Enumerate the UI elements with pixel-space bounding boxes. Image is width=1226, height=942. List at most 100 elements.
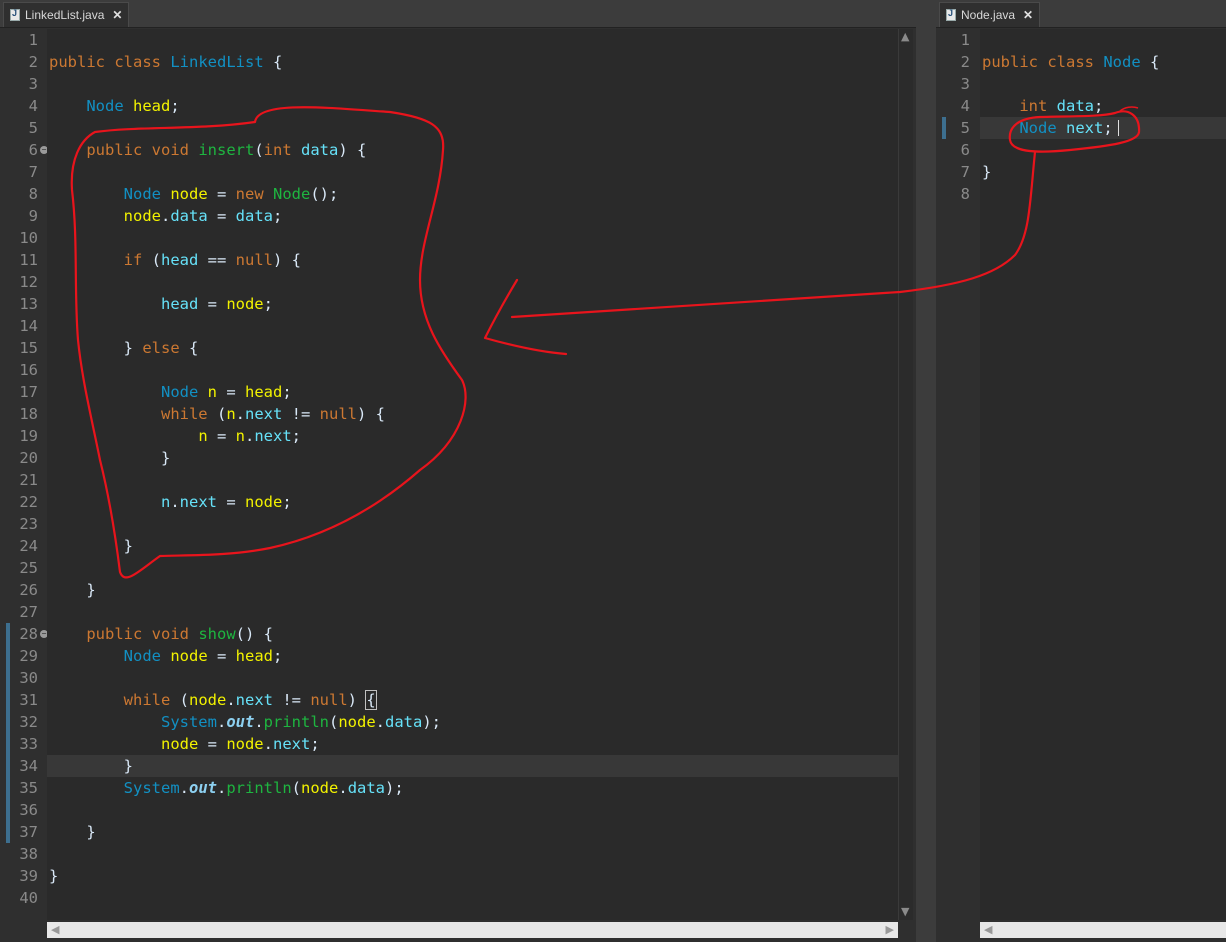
code-line[interactable]: System.out.println(node.data); (49, 711, 441, 733)
code-area[interactable]: public class Node { int data; Node next;… (980, 29, 1226, 920)
code-token: } (49, 867, 59, 885)
code-token: int (263, 141, 301, 159)
code-token: . (375, 713, 386, 731)
code-token: data (170, 207, 208, 225)
tab-linkedlist-java[interactable]: LinkedList.java ✕ (3, 2, 130, 27)
line-number: 30 (19, 669, 38, 687)
horizontal-scrollbar[interactable]: ◀ (980, 922, 1226, 938)
line-number: 6 (960, 141, 970, 159)
code-line[interactable]: Node head; (49, 95, 180, 117)
line-number-gutter: 1 2 3 4 5 6 7 8 (942, 29, 978, 942)
code-token: != (282, 405, 320, 423)
code-token: ; (170, 97, 180, 115)
code-line[interactable]: while (n.next != null) { (49, 403, 385, 425)
line-number: 3 (960, 75, 970, 93)
code-token: = (207, 185, 236, 203)
code-line[interactable]: } (49, 579, 95, 601)
code-line[interactable]: } (49, 821, 95, 843)
close-icon[interactable]: ✕ (112, 8, 122, 22)
code-line[interactable]: head = node; (49, 293, 273, 315)
code-token: class (114, 53, 171, 71)
code-line[interactable]: Node node = head; (49, 645, 283, 667)
line-number: 26 (19, 581, 38, 599)
code-token: data (347, 779, 386, 797)
line-number: 8 (28, 185, 38, 203)
code-line[interactable]: } (49, 535, 133, 557)
code-line[interactable]: } (982, 161, 991, 183)
code-line[interactable]: } (49, 865, 58, 887)
code-token: next (179, 493, 217, 511)
code-token: println (263, 713, 329, 731)
node-editor[interactable]: Node.java ✕ 1 2 3 4 5 6 7 8 public class Node {… (936, 0, 1226, 942)
code-line[interactable]: } (49, 447, 170, 469)
code-line[interactable]: Node node = new Node(); (49, 183, 339, 205)
code-token: ; (1093, 97, 1104, 115)
code-line[interactable]: System.out.println(node.data); (49, 777, 404, 799)
code-token: = (217, 493, 245, 511)
code-token: } (982, 163, 992, 181)
tab-node-java[interactable]: Node.java ✕ (939, 2, 1041, 27)
editor-split-divider[interactable] (916, 0, 936, 942)
vertical-scrollbar[interactable]: ▲ ▼ (898, 29, 913, 920)
code-line[interactable]: public class LinkedList { (49, 51, 282, 73)
code-line[interactable]: while (node.next != null) { (49, 689, 377, 711)
scroll-left-icon[interactable]: ◀ (51, 922, 59, 938)
scroll-up-icon[interactable]: ▲ (901, 29, 909, 45)
code-token: = (207, 427, 236, 445)
code-line[interactable]: } else { (49, 337, 199, 359)
code-token: . (179, 779, 189, 797)
line-number: 33 (19, 735, 38, 753)
code-line[interactable]: node.data = data; (49, 205, 283, 227)
code-token: . (160, 207, 171, 225)
code-token: ; (291, 427, 302, 445)
code-token: ) { (338, 141, 367, 159)
code-line[interactable]: int data; (982, 95, 1103, 117)
code-token: n (235, 427, 245, 445)
line-number: 21 (19, 471, 38, 489)
close-icon[interactable]: ✕ (1023, 8, 1033, 22)
code-line[interactable]: if (head == null) { (49, 249, 301, 271)
code-token: ; (272, 647, 283, 665)
code-token: next (245, 405, 283, 423)
tab-title: Node.java (961, 8, 1016, 22)
horizontal-scrollbar[interactable]: ◀ ▶ (47, 922, 898, 938)
line-number: 12 (19, 273, 38, 291)
code-line[interactable]: } (49, 755, 133, 777)
line-number: 22 (19, 493, 38, 511)
code-token: void (151, 625, 199, 643)
code-token: ) { (357, 405, 385, 423)
scroll-left-icon[interactable]: ◀ (984, 922, 992, 938)
code-token: public (982, 53, 1048, 71)
code-token: ; (272, 207, 283, 225)
code-line[interactable]: n.next = node; (49, 491, 292, 513)
linkedlist-editor[interactable]: LinkedList.java ✕ 123456−789101112131415… (0, 0, 916, 942)
code-line[interactable]: n = n.next; (49, 425, 301, 447)
code-line[interactable]: public void show() { (49, 623, 273, 645)
code-token: n (207, 383, 217, 401)
line-number: 6 (28, 141, 38, 159)
tab-title: LinkedList.java (25, 8, 105, 22)
code-line[interactable]: Node n = head; (49, 381, 292, 403)
code-line[interactable]: node = node.next; (49, 733, 320, 755)
code-token: head (133, 97, 171, 115)
code-token: data (385, 713, 423, 731)
code-line[interactable]: public void insert(int data) { (49, 139, 366, 161)
code-token: = (207, 207, 236, 225)
scroll-down-icon[interactable]: ▼ (901, 904, 909, 920)
code-token: while (123, 691, 180, 709)
code-token: head (235, 647, 273, 665)
code-area[interactable]: public class LinkedList { Node head; pub… (47, 29, 898, 920)
code-line[interactable]: Node next; (982, 117, 1112, 139)
code-line[interactable]: public class Node { (982, 51, 1159, 73)
code-token: ; (282, 493, 292, 511)
code-token: n (198, 427, 208, 445)
line-number: 36 (19, 801, 38, 819)
scroll-right-icon[interactable]: ▶ (886, 922, 894, 938)
